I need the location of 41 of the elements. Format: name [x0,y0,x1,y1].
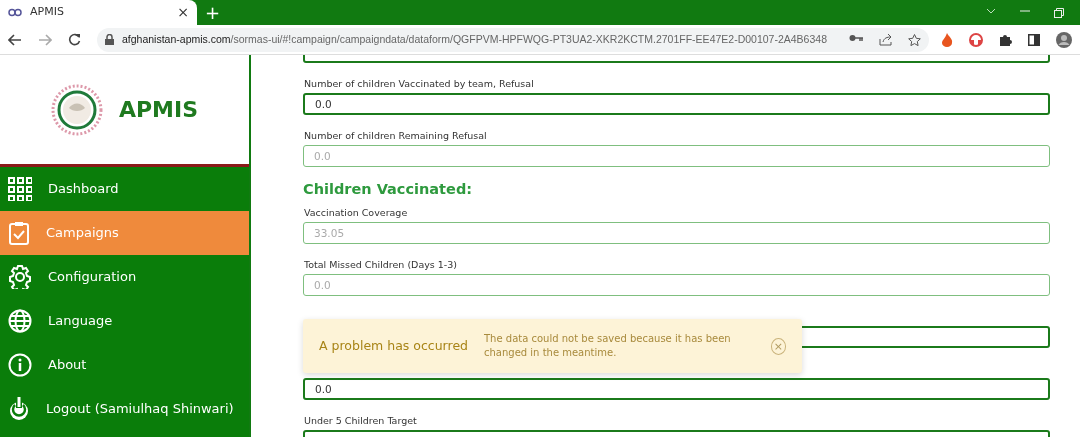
menu-item[interactable]: About [0,343,249,387]
favicon-icon [8,8,22,17]
address-bar[interactable]: afghanistan-apmis.com/sormas-ui/#!campaign/campaigndata/dataform/QGFPVM-HPFWQG-PT3UA2-XKR2KCTM.2701FF-EE47E2-D00107-2A4B6348 [97,27,929,52]
new-tab-button[interactable]: + [197,3,229,22]
menu-item[interactable]: Configuration [0,255,249,299]
avatar-icon[interactable] [1056,31,1072,48]
browser-tab[interactable]: APMIS × [0,0,197,25]
field-label: Number of children Vaccinated by team, Refusal [304,77,535,90]
close-tab-button[interactable]: × [177,2,189,23]
grid-icon [8,177,32,201]
logo-text: APMIS [118,96,199,124]
chevron-down-icon[interactable] [986,7,996,14]
restore-icon[interactable] [1054,7,1064,18]
reload-icon[interactable] [68,33,81,46]
field-label: Total Missed Children (Days 1-3) [304,258,459,271]
url-text: afghanistan-apmis.com/sormas-ui/#!campaign/campaigndata/dataform/QGFPVM-HPFWQG-PT3UA2-XKR2KCTM.2701FF-EE47E2-D00107-2A4B6348 [122,31,827,47]
notification-title: A problem has occurred [319,336,468,355]
logo-icon [50,83,103,136]
clipboard-check-icon [8,221,30,245]
power-icon [8,397,30,421]
share-icon[interactable] [879,33,892,46]
input-field[interactable]: 0.0 [303,378,1050,400]
back-icon[interactable] [8,33,22,46]
field-label: Number of children Remaining Refusal [304,129,488,142]
input-field[interactable]: 0.0 [303,93,1050,115]
lock-icon [105,34,114,45]
key-icon[interactable] [849,33,863,42]
globe-icon [8,309,32,333]
menu-item[interactable]: Language [0,299,249,343]
settings-icon [8,265,32,289]
section-heading: Children Vaccinated: [303,181,474,197]
menu-item[interactable]: Logout (Samiulhaq Shinwari) [0,387,249,431]
menu-item[interactable]: Dashboard [0,167,249,211]
info-icon [8,353,32,377]
star-icon[interactable] [908,33,921,46]
field-label: Vaccination Coverage [304,206,409,219]
field-label: Under 5 Children Target [304,414,418,427]
puzzle-icon[interactable] [999,33,1012,46]
tab-title: APMIS [30,4,65,21]
side-panel-icon[interactable] [1028,33,1040,46]
notification-message: The data could not be saved because it has been changed in the meantime. [484,332,732,360]
